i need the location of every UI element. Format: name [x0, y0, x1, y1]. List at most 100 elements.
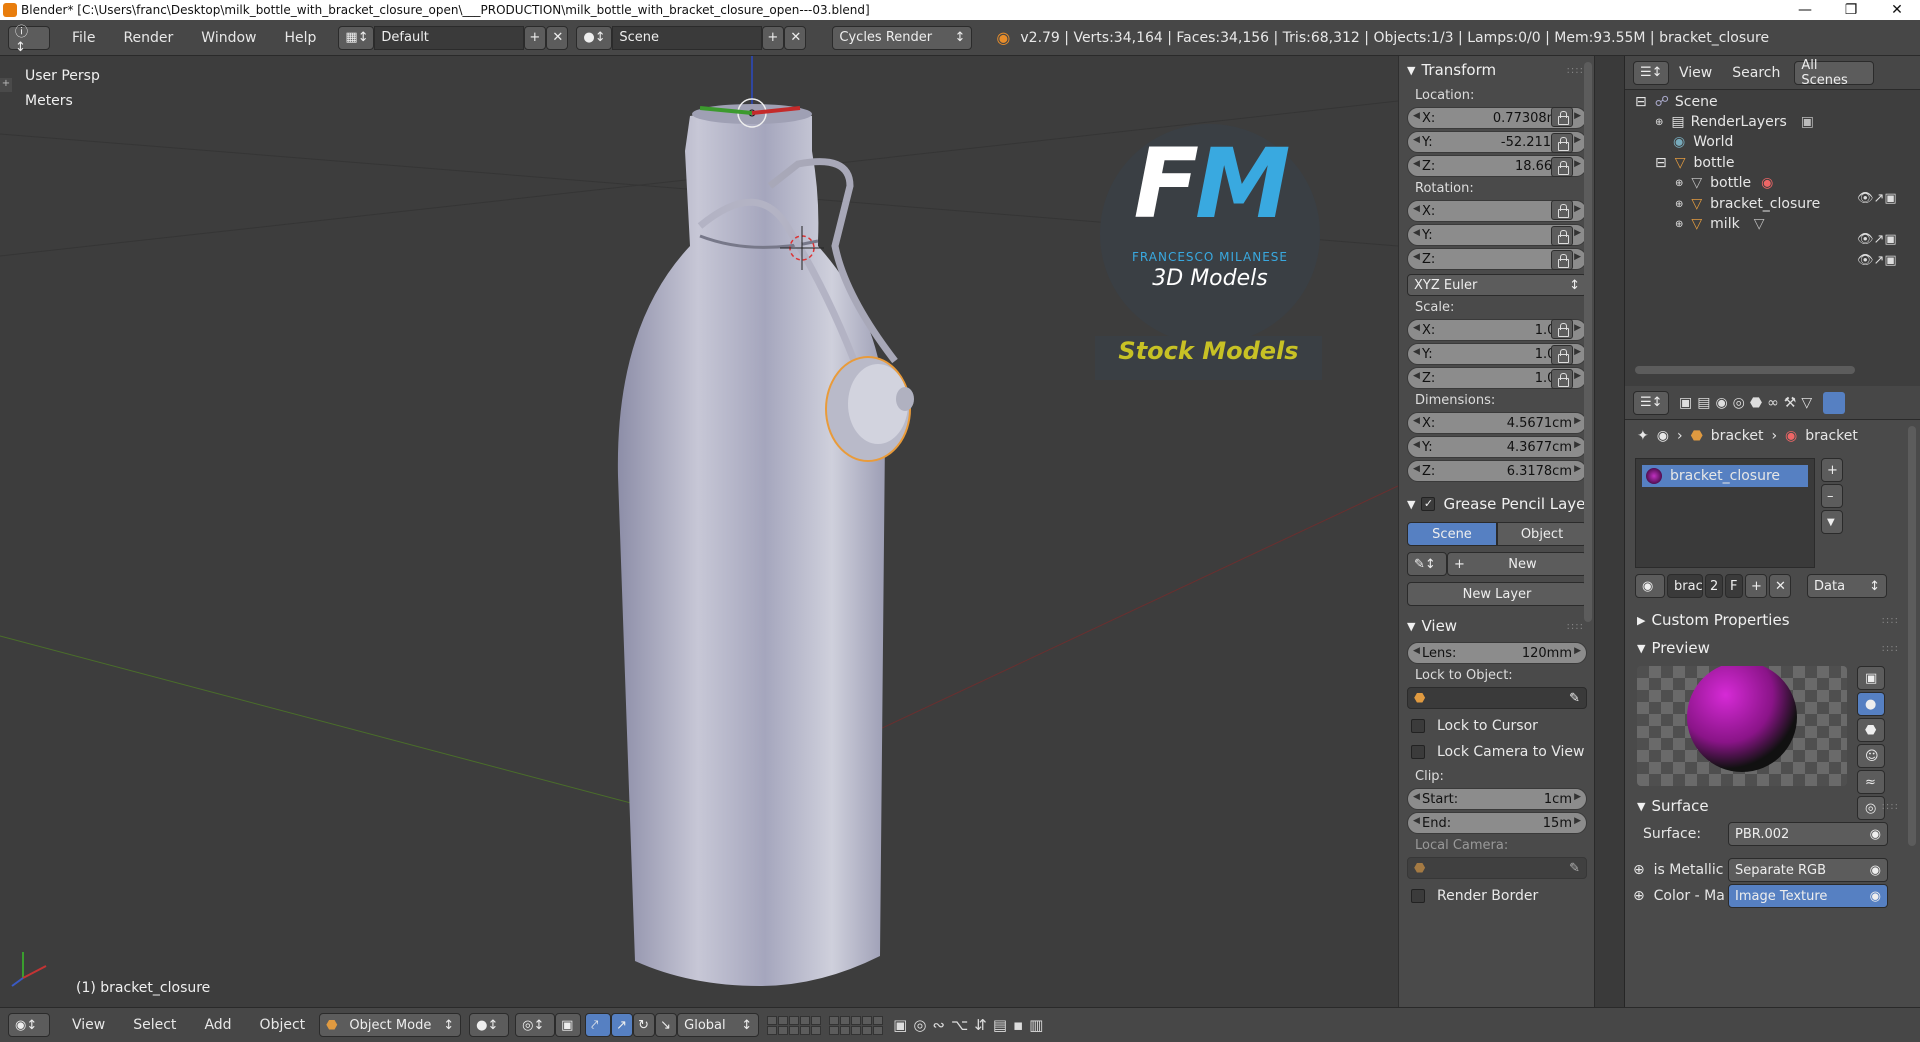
metallic-input-select[interactable]: Separate RGB ◉ [1728, 858, 1888, 882]
outliner-search-menu[interactable]: Search [1722, 65, 1790, 81]
3d-view-editor-icon[interactable]: ◉↕ [8, 1013, 50, 1037]
menu-render[interactable]: Render [109, 30, 187, 46]
outliner-item-scene[interactable]: ⊟ ☍ Scene [1635, 92, 1718, 112]
layer-buttons[interactable] [829, 1015, 884, 1035]
outliner-hscrollbar[interactable] [1635, 366, 1855, 374]
lock-camera-checkbox[interactable]: Lock Camera to View [1399, 739, 1594, 765]
preview-cube-icon[interactable]: ⬣ [1857, 718, 1885, 742]
preview-flat-icon[interactable]: ▣ [1857, 666, 1885, 690]
local-camera-field[interactable]: ⬣ ✎ [1407, 857, 1587, 879]
snap-and-render-icons[interactable]: ▣◎∾⌥⇵▤▪▥ [893, 1016, 1049, 1034]
tab-scene[interactable]: Scene [1407, 522, 1497, 546]
pivot-point-select[interactable]: ◎↕ [515, 1013, 556, 1037]
outliner-item-world[interactable]: ◉ World [1673, 132, 1733, 152]
new-grease-button[interactable]: + New [1447, 552, 1587, 576]
clip-end-field[interactable]: ◀ End: 15m ▶ [1407, 812, 1587, 834]
npanel-scrollbar[interactable] [1584, 62, 1592, 622]
material-slot-item[interactable]: bracket_closure [1642, 465, 1808, 487]
fake-user-toggle[interactable]: F [1725, 574, 1743, 598]
custom-properties-header[interactable]: ▶ Custom Properties:::: [1629, 606, 1909, 634]
add-layout-icon[interactable]: + [524, 25, 547, 50]
scene-field[interactable]: Scene [612, 25, 763, 50]
expand-icon[interactable]: ⊕ [1633, 862, 1645, 878]
dimensions-x-field[interactable]: ◀ X: 4.5671cm ▶ [1407, 412, 1587, 434]
rotate-icon[interactable]: ↻ [633, 1013, 656, 1037]
scene-icon[interactable]: ●↕ [576, 25, 613, 50]
remove-slot-icon[interactable]: – [1821, 484, 1843, 508]
pin-icon[interactable]: ✦ [1637, 428, 1649, 444]
eyedropper-icon[interactable]: ✎ [1569, 691, 1580, 706]
lock-icon[interactable] [1551, 369, 1573, 389]
add-slot-icon[interactable]: + [1821, 458, 1843, 482]
render-engine-select[interactable]: Cycles Render ↕ [832, 25, 973, 50]
manipulator-icon[interactable]: ⤤ [585, 1013, 612, 1037]
add-scene-icon[interactable]: + [762, 25, 785, 50]
lock-object-field[interactable]: ⬣ ✎ [1407, 687, 1587, 709]
new-material-icon[interactable]: + [1745, 574, 1767, 598]
pencil-icon[interactable]: ✎↕ [1407, 552, 1447, 576]
dimensions-y-field[interactable]: ◀ Y: 4.3677cm ▶ [1407, 436, 1587, 458]
outliner-editor-icon[interactable]: ☰↕ [1633, 60, 1669, 85]
viewport-shading-select[interactable]: ●↕ [469, 1013, 510, 1037]
menu-file[interactable]: File [58, 30, 109, 46]
mode-select[interactable]: ⬣ Object Mode ↕ [319, 1013, 462, 1037]
lock-icon[interactable] [1551, 226, 1573, 246]
outliner-filter-select[interactable]: All Scenes [1794, 58, 1875, 88]
toolshelf-toggle-icon[interactable]: + [0, 78, 12, 92]
remove-scene-icon[interactable]: ✕ [784, 25, 807, 50]
material-tab-icon[interactable] [1823, 391, 1846, 414]
preview-monkey-icon[interactable]: ☺ [1857, 744, 1885, 768]
visibility-icons[interactable]: 👁↗▣ [1857, 230, 1897, 250]
outliner-view-menu[interactable]: View [1669, 65, 1722, 81]
surface-panel-header[interactable]: ▼ Surface:::: [1629, 792, 1909, 820]
context-tab-icons[interactable]: ▣▤◉◎⬣∞⚒▽ [1679, 395, 1817, 411]
menu-add[interactable]: Add [190, 1017, 245, 1033]
lock-icon[interactable] [1551, 107, 1573, 127]
transform-panel-header[interactable]: ▼ Transform:::: [1399, 56, 1594, 84]
transform-orientation-select[interactable]: Global ↕ [677, 1013, 760, 1037]
layer-buttons[interactable] [767, 1015, 822, 1035]
render-border-checkbox[interactable]: Render Border [1399, 883, 1594, 909]
grease-pencil-checkbox[interactable]: ✓ [1421, 497, 1436, 511]
screen-layout-field[interactable]: Default [374, 25, 525, 50]
screen-layout-icon[interactable]: ▦↕ [338, 25, 375, 50]
outliner-item-bottle-mesh[interactable]: ⊕ ▽ bottle ◉ [1675, 173, 1773, 193]
3d-viewport[interactable]: User Persp Meters + FM FRANCESCO MILANES… [0, 56, 1398, 1007]
remove-layout-icon[interactable]: ✕ [546, 25, 569, 50]
material-browse-icon[interactable]: ◉ [1635, 574, 1665, 598]
lock-icon[interactable] [1551, 133, 1573, 153]
only-origins-icon[interactable]: ▣ [555, 1013, 582, 1037]
color-input-select[interactable]: Image Texture ◉ [1728, 884, 1888, 908]
slot-menu-icon[interactable]: ▼ [1821, 510, 1843, 534]
menu-view[interactable]: View [58, 1017, 119, 1033]
view-panel-header[interactable]: ▼ View:::: [1399, 612, 1594, 640]
rotation-mode-select[interactable]: XYZ Euler ↕ [1407, 274, 1587, 296]
material-name-field[interactable]: brac [1667, 574, 1703, 598]
preview-sphere-icon[interactable]: ● [1857, 692, 1885, 716]
material-users[interactable]: 2 [1705, 574, 1723, 598]
grease-pencil-panel-header[interactable]: ▼ ✓ Grease Pencil Layer [1399, 490, 1594, 518]
lens-field[interactable]: ◀ Lens: 120mm ▶ [1407, 642, 1587, 664]
properties-scrollbar[interactable] [1908, 426, 1916, 846]
outliner-item-milk[interactable]: ⊕ ▽ milk ▽ [1675, 214, 1764, 234]
outliner-item-bottle-object[interactable]: ⊟ ▽ bottle [1655, 153, 1734, 173]
clip-start-field[interactable]: ◀ Start: 1cm ▶ [1407, 788, 1587, 810]
lock-icon[interactable] [1551, 250, 1573, 270]
scale-icon[interactable]: ↘ [655, 1013, 678, 1037]
translate-icon[interactable]: ↗ [611, 1013, 634, 1037]
link-select[interactable]: Data ↕ [1807, 574, 1887, 598]
outliner-item-renderlayers[interactable]: ⊕ ▤ RenderLayers ▣ [1655, 112, 1814, 132]
maximize-icon[interactable]: ❐ [1828, 2, 1874, 18]
menu-help[interactable]: Help [270, 30, 330, 46]
dimensions-z-field[interactable]: ◀ Z: 6.3178cm ▶ [1407, 460, 1587, 482]
preview-header[interactable]: ▼ Preview:::: [1629, 634, 1909, 662]
menu-window[interactable]: Window [187, 30, 270, 46]
visibility-icons[interactable]: 👁↗▣ [1857, 189, 1897, 209]
unlink-material-icon[interactable]: ✕ [1769, 574, 1791, 598]
tab-object[interactable]: Object [1497, 522, 1587, 546]
surface-shader-select[interactable]: PBR.002 ◉ [1728, 822, 1888, 846]
minimize-icon[interactable]: — [1782, 2, 1828, 18]
expand-icon[interactable]: ⊕ [1633, 888, 1645, 904]
visibility-icons[interactable]: 👁↗▣ [1857, 251, 1897, 271]
menu-object[interactable]: Object [246, 1017, 320, 1033]
